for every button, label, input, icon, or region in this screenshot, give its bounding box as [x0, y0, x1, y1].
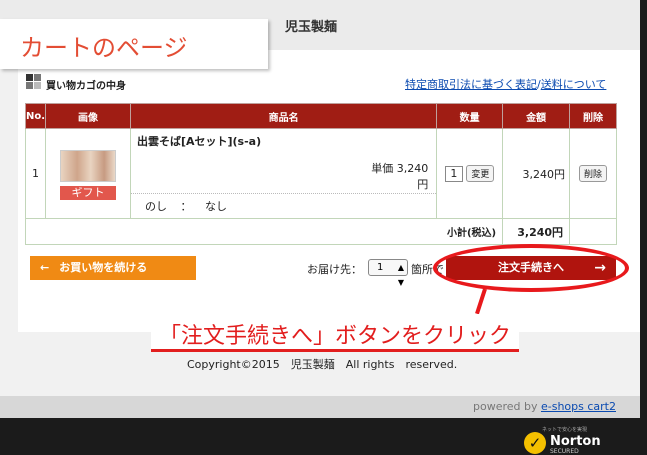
continue-shopping-button[interactable]: ← お買い物を続ける: [30, 256, 196, 280]
item-image-cell: ギフト: [45, 128, 131, 219]
noshi-label: のし: [144, 200, 167, 213]
subtotal-empty: [569, 218, 617, 245]
col-delete: 削除: [569, 103, 617, 129]
eshops-link[interactable]: e-shops cart2: [541, 400, 616, 413]
page-label-text: カートのページ: [20, 34, 188, 62]
col-product: 商品名: [129, 103, 438, 129]
copyright: Copyright©2015 児玉製麺 All rights reserved.: [187, 358, 458, 371]
instruction-callout: 「注文手続きへ」ボタンをクリック: [151, 314, 520, 352]
subtotal-label: 小計(税込): [24, 218, 504, 245]
norton-tagline: ネットで安心を実現: [542, 427, 588, 433]
deliver-count-value: 1: [377, 262, 384, 273]
page-label-callout: カートのページ: [0, 19, 268, 69]
unit-price-label: 単価: [371, 162, 394, 175]
norton-badge[interactable]: ネットで安心を実現 ✓ Norton SECURED: [524, 426, 620, 455]
norton-secured: SECURED: [550, 448, 579, 455]
footer-bar: powered by e-shops cart2: [0, 396, 640, 418]
subtotal-value: 3,240円: [502, 218, 571, 245]
noshi-separator: ：: [180, 200, 192, 213]
col-image: 画像: [45, 103, 131, 129]
unit-price-value: 3,240: [396, 162, 429, 175]
arrow-left-icon: ←: [40, 261, 50, 274]
subtotal-row: 小計(税込) 3,240円: [24, 218, 617, 245]
product-thumbnail[interactable]: [60, 149, 116, 182]
highlight-ellipse: [433, 244, 629, 292]
delete-button[interactable]: 削除: [579, 165, 608, 182]
select-arrows-icon: ▲ ▼: [397, 263, 404, 287]
unit-price-currency: 円: [417, 178, 429, 191]
cart-heading: 買い物カゴの中身: [46, 81, 126, 92]
tokutei-link[interactable]: 特定商取引法に基づく表記: [405, 78, 537, 91]
cart-table: No. 画像 商品名 数量 金額 削除 1 ギフト 出雲そば[Aセット](s-a…: [24, 103, 617, 245]
powered-by-label: powered by: [472, 400, 538, 413]
cart-table-header: No. 画像 商品名 数量 金額 削除: [24, 103, 617, 129]
product-name[interactable]: 出雲そば[Aセット](s-a): [131, 129, 436, 153]
item-number: 1: [24, 128, 47, 219]
quantity-input[interactable]: 1: [444, 165, 463, 182]
policy-links: 特定商取引法に基づく表記/送料について: [405, 76, 606, 92]
noshi-value: なし: [204, 200, 227, 213]
col-qty: 数量: [436, 103, 504, 129]
unit-price: 単価 3,240 円: [131, 161, 436, 193]
continue-shopping-label: お買い物を続ける: [59, 261, 148, 274]
col-amount: 金額: [502, 103, 571, 129]
deliver-label: お届け先：: [307, 263, 362, 276]
noshi-option: のし ： なし: [130, 193, 437, 218]
table-row: 1 ギフト 出雲そば[Aセット](s-a) 単価 3,240 円 のし ： なし: [24, 128, 617, 219]
check-icon: ✓: [524, 432, 546, 454]
gift-badge: ギフト: [60, 185, 116, 200]
cart-grid-icon: [26, 74, 42, 90]
powered-by: powered by e-shops cart2: [473, 400, 616, 413]
item-amount: 3,240円: [502, 128, 571, 219]
col-no: No.: [24, 103, 47, 129]
shipping-link[interactable]: 送料について: [541, 78, 607, 91]
delete-cell: 削除: [569, 128, 617, 219]
norton-name: Norton: [550, 434, 601, 449]
item-detail-cell: 出雲そば[Aセット](s-a) 単価 3,240 円 のし ： なし: [129, 128, 438, 219]
shop-title: 児玉製麺: [285, 20, 338, 35]
qty-cell: 1 変更: [436, 128, 504, 219]
change-qty-button[interactable]: 変更: [466, 165, 495, 182]
deliver-count-select[interactable]: 1 ▲ ▼: [368, 259, 408, 287]
